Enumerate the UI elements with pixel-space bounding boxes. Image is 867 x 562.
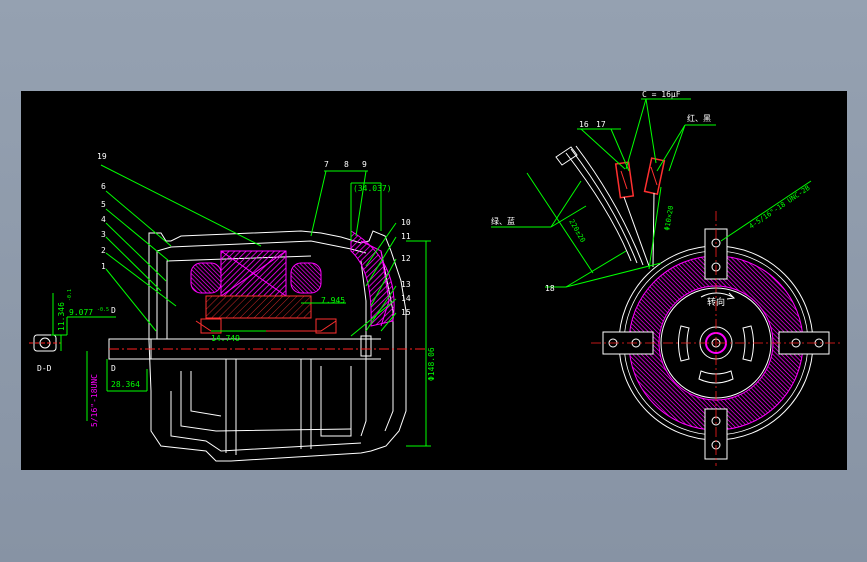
dim-thread: 5/16"-18UNC bbox=[90, 374, 99, 427]
part-7: 7 bbox=[324, 160, 329, 169]
lead-wires bbox=[555, 145, 655, 268]
part-10: 10 bbox=[401, 218, 411, 227]
capacitor-value: C = 16μF bbox=[642, 91, 681, 99]
part-3: 3 bbox=[101, 230, 106, 239]
section-label: D-D bbox=[37, 364, 52, 373]
stator-coil-right bbox=[290, 262, 322, 294]
fan-housing bbox=[350, 230, 395, 327]
rotor bbox=[205, 295, 312, 319]
part-12: 12 bbox=[401, 254, 411, 263]
part-5: 5 bbox=[101, 200, 106, 209]
part-2: 2 bbox=[101, 246, 106, 255]
dim-top-width: (34.037) bbox=[353, 184, 392, 193]
thread-note: 4-5/16"-18 UNC-2B bbox=[748, 184, 812, 231]
section-mark-bottom: D bbox=[111, 364, 116, 373]
cad-viewport: 19 6 5 4 3 2 1 7 8 9 10 11 12 13 14 15 D bbox=[0, 0, 867, 562]
lead-length-a: 220±20 bbox=[567, 218, 587, 244]
lead-length-b: Φ10×20 bbox=[663, 205, 675, 231]
end-view: C = 16μF 16 17 18 红、黑 绿、蓝 转向 220±20 Φ10×… bbox=[491, 90, 841, 466]
part-4: 4 bbox=[101, 215, 106, 224]
dim-shaft-diameter: 11.346 bbox=[57, 302, 66, 331]
dim-inner: 7.945 bbox=[321, 296, 345, 305]
stator-coil-left bbox=[190, 262, 222, 294]
part-8: 8 bbox=[344, 160, 349, 169]
part-9: 9 bbox=[362, 160, 367, 169]
dim-keyway: 9.077 bbox=[69, 308, 93, 317]
part-19: 19 bbox=[97, 152, 107, 161]
dim-height: Φ148.06 bbox=[427, 347, 436, 381]
dim-shaft-tol: -0.1 bbox=[67, 289, 73, 301]
part-6: 6 bbox=[101, 182, 106, 191]
dim-keyway-tol: -0.5 bbox=[97, 307, 109, 313]
wire-green-blue: 绿、蓝 bbox=[491, 216, 515, 226]
motor-drawing: 19 6 5 4 3 2 1 7 8 9 10 11 12 13 14 15 D bbox=[29, 90, 841, 466]
part-13: 13 bbox=[401, 280, 411, 289]
part-18: 18 bbox=[545, 284, 555, 293]
dim-bearing-span: 14.749 bbox=[211, 334, 240, 343]
capacitors bbox=[614, 157, 666, 199]
part-15: 15 bbox=[401, 308, 411, 317]
side-section-view: 19 6 5 4 3 2 1 7 8 9 10 11 12 13 14 15 D bbox=[29, 152, 436, 462]
dim-shaft-length: 28.364 bbox=[111, 380, 140, 389]
section-d-d bbox=[29, 334, 61, 352]
part-17: 17 bbox=[596, 120, 606, 129]
rotation-label: 转向 bbox=[707, 296, 725, 308]
section-mark-top: D bbox=[111, 306, 116, 315]
part-11: 11 bbox=[401, 232, 411, 241]
wire-red-black: 红、黑 bbox=[687, 113, 711, 123]
part-16: 16 bbox=[579, 120, 589, 129]
part-14: 14 bbox=[401, 294, 411, 303]
drawing-canvas[interactable]: 19 6 5 4 3 2 1 7 8 9 10 11 12 13 14 15 D bbox=[21, 90, 847, 470]
part-1: 1 bbox=[101, 262, 106, 271]
